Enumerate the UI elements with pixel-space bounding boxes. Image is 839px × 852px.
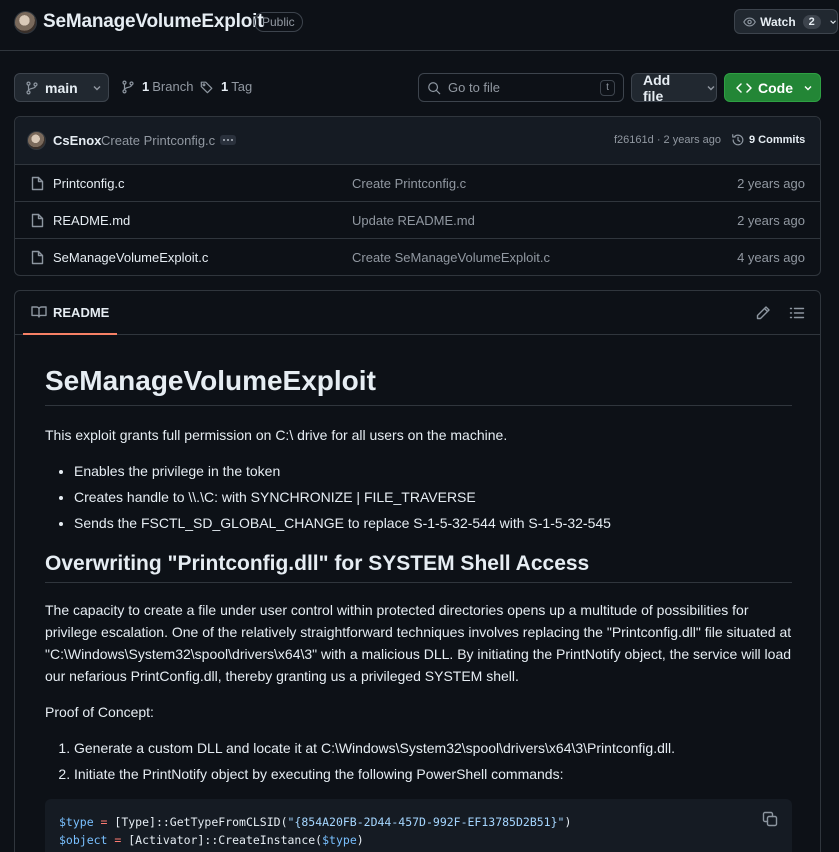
git-branch-icon	[26, 81, 38, 94]
file-commit-message[interactable]: Create SeManageVolumeExploit.c	[352, 250, 550, 265]
latest-commit-row: CsEnox Create Printconfig.c f26161d · 2 …	[15, 117, 820, 165]
section-paragraph: The capacity to create a file under user…	[45, 601, 792, 684]
branches-link[interactable]: 1 Branch	[121, 79, 193, 94]
commit-author[interactable]: CsEnox	[53, 133, 101, 148]
watch-label: Watch	[760, 14, 796, 29]
outline-list-icon[interactable]	[789, 305, 805, 321]
list-item: Initiate the PrintNotify object by execu…	[74, 763, 792, 785]
file-row[interactable]: Printconfig.c Create Printconfig.c 2 yea…	[15, 165, 820, 202]
list-item: Sends the FSCTL_SD_GLOBAL_CHANGE to repl…	[74, 512, 792, 534]
commit-message[interactable]: Create Printconfig.c	[101, 133, 215, 148]
visibility-badge: Public	[254, 12, 303, 32]
repo-name[interactable]: SeManageVolumeExploit	[43, 11, 264, 33]
commit-details-toggle[interactable]	[220, 135, 236, 145]
repo-header: SeManageVolumeExploit Public Watch 2	[0, 0, 839, 51]
go-to-file-input[interactable]: Go to file t	[418, 73, 624, 102]
list-item: Generate a custom DLL and locate it at C…	[74, 737, 792, 759]
section-heading: Overwriting "Printconfig.dll" for SYSTEM…	[45, 552, 792, 583]
file-icon	[31, 213, 44, 228]
add-file-label: Add file	[643, 71, 671, 104]
copy-icon[interactable]	[762, 811, 778, 827]
list-item: Creates handle to \\.\C: with SYNCHRONIZ…	[74, 486, 792, 508]
chevron-down-icon	[830, 19, 836, 24]
branch-name: main	[45, 79, 78, 96]
file-name[interactable]: README.md	[53, 213, 130, 228]
add-file-button[interactable]: Add file	[631, 71, 717, 104]
file-row[interactable]: README.md Update README.md 2 years ago	[15, 202, 820, 239]
tags-link[interactable]: 1 Tag	[200, 79, 252, 94]
search-icon	[428, 81, 441, 94]
file-row[interactable]: SeManageVolumeExploit.c Create SeManageV…	[15, 239, 820, 275]
chevron-down-icon	[93, 85, 101, 90]
git-branch-icon	[122, 80, 134, 93]
code-icon	[736, 82, 752, 93]
tag-count: 1	[221, 79, 229, 94]
commit-hash-age[interactable]: f26161d · 2 years ago	[614, 134, 721, 146]
watch-count: 2	[802, 14, 821, 29]
file-icon	[31, 250, 44, 265]
branch-label: Branch	[152, 79, 194, 94]
history-icon	[732, 134, 744, 146]
readme-tab-label: README	[53, 304, 110, 320]
author-avatar[interactable]	[27, 131, 46, 150]
feature-list: Enables the privilege in the token Creat…	[45, 460, 792, 534]
search-placeholder: Go to file	[448, 80, 501, 95]
code-line: $type = [Type]::GetTypeFromCLSID("{854A2…	[59, 814, 572, 829]
poc-label: Proof of Concept:	[45, 703, 154, 720]
tag-label: Tag	[231, 79, 253, 94]
tab-readme[interactable]: README	[23, 291, 118, 335]
file-commit-message[interactable]: Create Printconfig.c	[352, 176, 466, 191]
readme-content: SeManageVolumeExploit This exploit grant…	[45, 365, 792, 852]
file-name[interactable]: SeManageVolumeExploit.c	[53, 250, 208, 265]
list-item: Enables the privilege in the token	[74, 460, 792, 482]
readme-intro: This exploit grants full permission on C…	[45, 426, 508, 443]
file-age: 2 years ago	[737, 213, 805, 228]
chevron-down-icon	[707, 85, 715, 90]
watch-button[interactable]: Watch 2	[734, 9, 838, 34]
commits-history-link[interactable]: 9 Commits	[731, 133, 805, 147]
eye-icon	[743, 16, 756, 27]
search-shortcut-key: t	[600, 80, 615, 96]
readme-panel: README SeManageVolumeExploit This exploi…	[14, 290, 821, 852]
file-age: 4 years ago	[737, 250, 805, 265]
file-age: 2 years ago	[737, 176, 805, 191]
steps-list: Generate a custom DLL and locate it at C…	[45, 737, 792, 785]
book-icon	[31, 306, 47, 318]
chevron-down-icon	[804, 85, 812, 90]
branch-selector[interactable]: main	[14, 73, 109, 102]
file-icon	[31, 176, 44, 191]
owner-avatar[interactable]	[14, 11, 37, 34]
tag-icon	[200, 81, 213, 93]
code-line: $object = [Activator]::CreateInstance($t…	[59, 832, 364, 847]
file-name[interactable]: Printconfig.c	[53, 176, 125, 191]
code-button[interactable]: Code	[724, 73, 821, 102]
file-table: CsEnox Create Printconfig.c f26161d · 2 …	[14, 116, 821, 276]
pencil-icon[interactable]	[755, 305, 771, 321]
readme-title: SeManageVolumeExploit	[45, 365, 792, 406]
branch-count: 1	[142, 79, 150, 94]
readme-tabs: README	[15, 291, 820, 335]
code-block: $type = [Type]::GetTypeFromCLSID("{854A2…	[45, 798, 792, 852]
file-commit-message[interactable]: Update README.md	[352, 213, 475, 228]
commits-count: 9 Commits	[749, 134, 806, 146]
code-label: Code	[758, 79, 793, 96]
